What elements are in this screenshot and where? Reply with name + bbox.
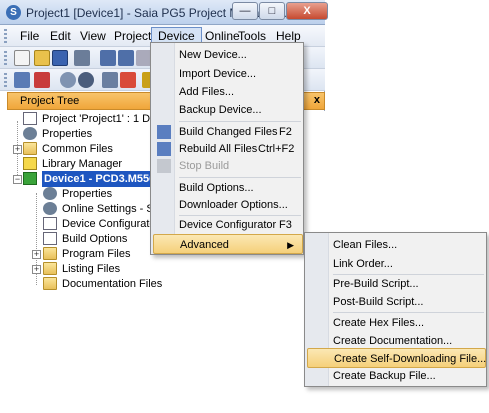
device-configurator-icon [43,217,57,230]
folder-icon [43,277,57,290]
save-icon[interactable] [52,50,68,66]
properties-icon [43,187,57,200]
folder-icon [43,262,57,275]
menu-item-create-self-downloading-file[interactable]: Create Self-Downloading File... [307,348,486,368]
build-options-icon [43,232,57,245]
expand-common-files-icon[interactable]: + [13,145,22,154]
device-icon [23,172,37,185]
menubar-grip-icon[interactable] [4,29,7,43]
menu-item-clean-files[interactable]: Clean Files... [307,235,484,255]
menu-item-create-backup-file[interactable]: Create Backup File... [307,366,484,386]
new-file-icon[interactable] [14,50,30,66]
build-icon[interactable] [100,50,116,66]
properties-icon[interactable] [74,50,90,66]
expand-listing-files-icon[interactable]: + [32,265,41,274]
menu-item-downloader-options[interactable]: Downloader Options... [153,195,301,215]
rebuild-icon [157,142,171,156]
menu-item-add-files[interactable]: Add Files... [153,82,301,102]
open-folder-icon[interactable] [34,50,50,66]
menu-item-post-build-script[interactable]: Post-Build Script... [307,292,484,312]
device-menu: New Device... Import Device... Add Files… [150,42,304,255]
app-icon: S [6,5,21,20]
menu-file[interactable]: File [14,27,45,45]
download-icon[interactable] [34,72,50,88]
advanced-submenu: Clean Files... Link Order... Pre-Build S… [304,232,487,387]
close-button[interactable]: X [286,2,328,20]
panel-close-icon[interactable]: x [314,94,320,106]
menu-item-pre-build-script[interactable]: Pre-Build Script... [307,274,484,294]
title-bar[interactable]: S Project1 [Device1] - Saia PG5 Project … [0,0,328,25]
collapse-device-icon[interactable]: − [13,175,22,184]
folder-icon [23,142,37,155]
menu-item-stop-build[interactable]: Stop Build [153,156,301,176]
library-icon [23,157,37,170]
stop-build-icon [157,159,171,173]
rebuild-icon[interactable] [118,50,134,66]
folder-icon [43,247,57,260]
menu-item-backup-device[interactable]: Backup Device... [153,100,301,120]
menu-item-import-device[interactable]: Import Device... [153,64,301,84]
properties-icon [23,127,37,140]
menu-edit[interactable]: Edit [44,27,77,45]
build-icon [157,125,171,139]
menu-item-device-configurator[interactable]: Device Configurator F3 [153,215,301,235]
online-config-icon[interactable] [14,72,30,88]
menu-item-advanced[interactable]: Advanced ▶ [153,234,303,254]
project-icon [23,112,37,125]
window-controls: — □ X [232,2,329,20]
panel-title: Project Tree [20,95,80,107]
online-settings-icon [43,202,57,215]
menu-item-link-order[interactable]: Link Order... [307,254,484,274]
menu-item-create-hex-files[interactable]: Create Hex Files... [307,313,484,333]
maximize-button[interactable]: □ [259,2,285,20]
menu-item-new-device[interactable]: New Device... [153,45,301,65]
minimize-button[interactable]: — [232,2,258,20]
submenu-arrow-icon: ▶ [287,240,294,250]
menu-view[interactable]: View [74,27,112,45]
watch-window-icon[interactable] [102,72,118,88]
toolbar2-grip-icon[interactable] [4,73,7,87]
debug-icon[interactable] [120,72,136,88]
toolbar-grip-icon[interactable] [4,51,7,65]
expand-program-files-icon[interactable]: + [32,250,41,259]
go-online-icon[interactable] [60,72,76,88]
run-icon[interactable] [78,72,94,88]
